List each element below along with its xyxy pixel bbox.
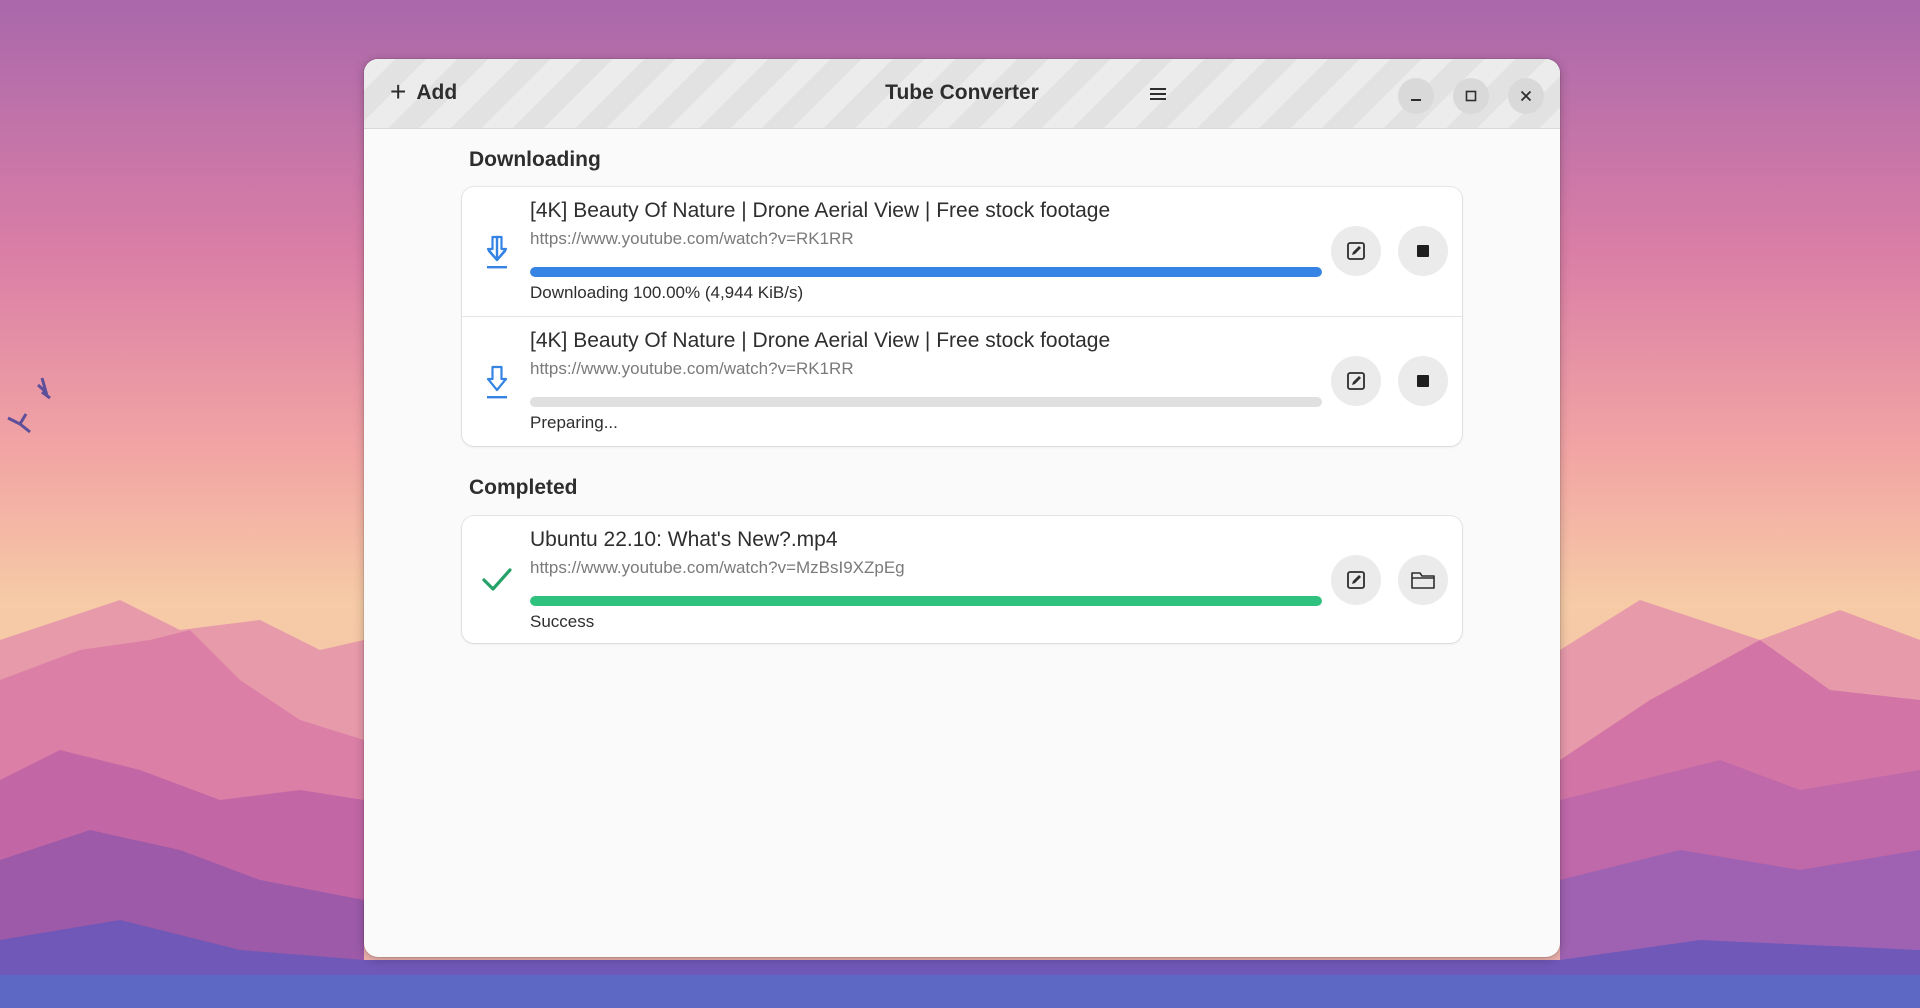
stop-icon	[1417, 375, 1429, 387]
edit-icon	[1347, 571, 1365, 589]
edit-icon	[1347, 242, 1365, 260]
completed-row: Ubuntu 22.10: What's New?.mp4 https://ww…	[462, 516, 1462, 643]
edit-button[interactable]	[1331, 356, 1381, 406]
download-url: https://www.youtube.com/watch?v=MzBsI9XZ…	[530, 558, 905, 577]
completed-list: Ubuntu 22.10: What's New?.mp4 https://ww…	[462, 516, 1462, 643]
checkmark-icon	[482, 568, 512, 591]
download-status: Downloading 100.00% (4,944 KiB/s)	[530, 283, 804, 302]
section-title-downloading: Downloading	[469, 148, 601, 171]
download-title: [4K] Beauty Of Nature | Drone Aerial Vie…	[530, 199, 1111, 222]
hamburger-menu-icon	[1150, 88, 1166, 100]
header-bar: + Add Tube Converter	[364, 59, 1560, 129]
progress-bar	[530, 267, 1322, 277]
progress-bar	[530, 596, 1322, 606]
download-url: https://www.youtube.com/watch?v=RK1RR	[530, 229, 854, 248]
download-title: Ubuntu 22.10: What's New?.mp4	[530, 528, 838, 551]
download-arrow-icon	[486, 365, 508, 399]
download-title: [4K] Beauty Of Nature | Drone Aerial Vie…	[530, 329, 1111, 352]
main-menu-button[interactable]	[1139, 75, 1177, 113]
download-url: https://www.youtube.com/watch?v=RK1RR	[530, 359, 854, 378]
stop-button[interactable]	[1398, 226, 1448, 276]
progress-bar	[530, 397, 1322, 407]
window-title: Tube Converter	[885, 81, 1039, 104]
folder-icon	[1411, 572, 1435, 589]
downloads-content: Downloading [4K] Beauty Of Nature | Dron…	[364, 129, 1560, 957]
download-status: Success	[530, 612, 595, 631]
edit-icon	[1347, 372, 1365, 390]
edit-button[interactable]	[1331, 555, 1381, 605]
maximize-icon	[1465, 90, 1477, 102]
progress-fill	[530, 267, 1322, 277]
close-button[interactable]	[1508, 78, 1544, 114]
stop-icon	[1417, 245, 1429, 257]
minimize-button[interactable]	[1398, 78, 1434, 114]
stop-button[interactable]	[1398, 356, 1448, 406]
edit-button[interactable]	[1331, 226, 1381, 276]
open-folder-button[interactable]	[1398, 555, 1448, 605]
desktop: + Add Tube Converter Downloading [4K] Be…	[0, 0, 1920, 1008]
maximize-button[interactable]	[1453, 78, 1489, 114]
download-row: [4K] Beauty Of Nature | Drone Aerial Vie…	[462, 316, 1462, 446]
progress-fill	[530, 596, 1322, 606]
app-window: + Add Tube Converter Downloading [4K] Be…	[364, 59, 1560, 957]
download-status: Preparing...	[530, 413, 618, 432]
download-row: [4K] Beauty Of Nature | Drone Aerial Vie…	[462, 187, 1462, 316]
minimize-icon	[1411, 99, 1421, 101]
downloading-list: [4K] Beauty Of Nature | Drone Aerial Vie…	[462, 187, 1462, 446]
download-arrow-icon	[486, 235, 508, 269]
section-title-completed: Completed	[469, 476, 578, 499]
close-icon	[1520, 90, 1532, 102]
